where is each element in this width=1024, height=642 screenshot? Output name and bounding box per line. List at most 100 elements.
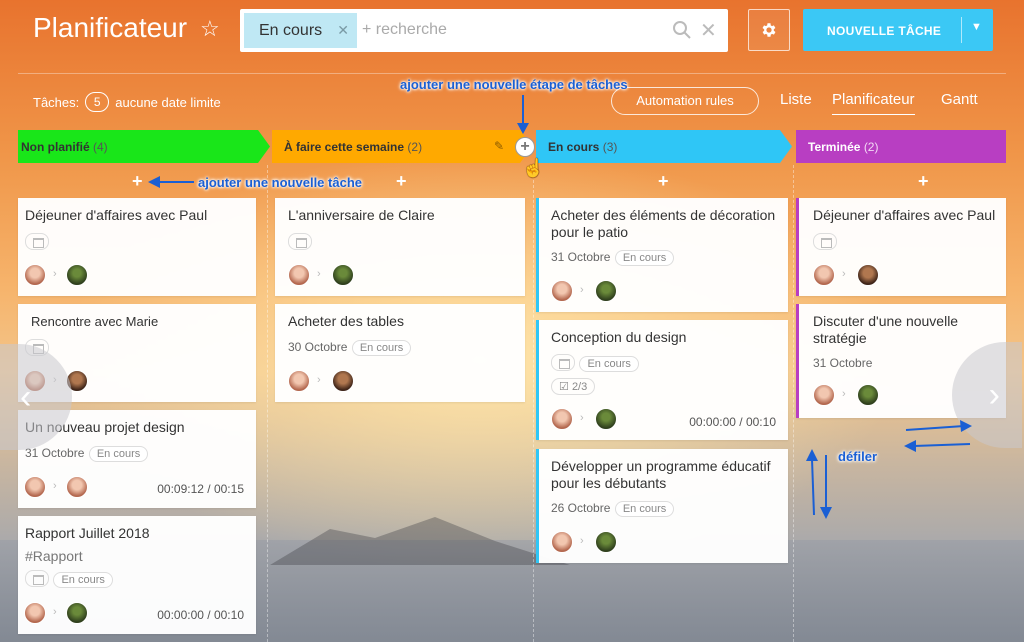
add-task-button[interactable]: + [918,171,929,192]
avatar-creator[interactable] [551,531,573,553]
new-task-button[interactable]: NOUVELLE TÂCHE ▼ [803,9,993,51]
automation-rules-button[interactable]: Automation rules [611,87,759,115]
avatar-creator[interactable] [551,280,573,302]
avatar-creator[interactable] [288,264,310,286]
calendar-icon[interactable] [25,570,49,588]
avatar-creator[interactable] [551,408,573,430]
stage-count: (4) [93,140,108,154]
task-title[interactable]: Acheter des tables [288,313,516,330]
chevron-right-icon: › [580,412,584,424]
calendar-icon[interactable] [288,233,312,251]
chevron-right-icon: › [53,268,57,280]
stage-header-done[interactable]: Terminée (2) [796,130,1006,163]
avatar-responsible[interactable] [66,476,88,498]
avatar-responsible[interactable] [857,264,879,286]
status-tag[interactable]: En cours [579,356,639,372]
search-icon[interactable] [672,20,692,40]
task-title[interactable]: Rencontre avec Marie [31,313,259,330]
checkbox-icon: ☑ [559,381,569,393]
avatar-responsible[interactable] [66,602,88,624]
calendar-icon[interactable] [25,233,49,251]
task-card[interactable]: Rapport Juillet 2018 #Rapport En cours ›… [18,516,256,634]
new-task-label: NOUVELLE TÂCHE [827,24,942,38]
task-timer[interactable]: 00:00:00 / 00:10 [157,608,244,622]
avatar-responsible[interactable] [595,408,617,430]
task-deadline[interactable]: 31 Octobre [813,356,872,370]
stage-name: En cours [548,140,600,154]
task-title[interactable]: Rapport Juillet 2018 [25,525,253,542]
chip-remove-icon[interactable]: ✕ [337,22,349,39]
status-tag[interactable]: En cours [351,340,412,356]
task-card[interactable]: Acheter des tables 30 Octobre En cours › [275,304,525,402]
avatar-responsible[interactable] [332,370,354,392]
status-tag[interactable]: En cours [614,250,675,266]
stage-count: (2) [407,140,423,154]
avatar-creator[interactable] [288,370,310,392]
task-card[interactable]: Conception du design En cours ☑ 2/3 › 00… [536,320,788,440]
status-tag[interactable]: En cours [614,501,675,517]
search-input[interactable]: + recherche [362,21,447,39]
avatar-creator[interactable] [24,602,46,624]
tab-planner[interactable]: Planificateur [832,91,915,115]
task-hashtag[interactable]: #Rapport [25,548,83,564]
checklist-badge[interactable]: ☑ 2/3 [551,378,596,395]
pencil-icon[interactable]: ✎ [494,139,504,153]
page-title: Planificateur [33,12,188,43]
add-task-button[interactable]: + [396,171,407,192]
task-deadline[interactable]: 30 Octobre [288,340,347,354]
no-deadline-label[interactable]: aucune date limite [115,95,221,110]
add-task-button[interactable]: + [658,171,669,192]
avatar-responsible[interactable] [595,531,617,553]
tasks-count-badge[interactable]: 5 [85,92,110,112]
avatar-creator[interactable] [24,264,46,286]
task-title[interactable]: Acheter des éléments de décoration pour … [551,207,779,241]
add-stage-button[interactable]: + [515,137,535,157]
filter-chip[interactable]: En cours ✕ [244,13,357,48]
avatar-creator[interactable] [24,476,46,498]
task-title[interactable]: L'anniversaire de Claire [288,207,516,224]
task-title[interactable]: Développer un programme éducatif pour le… [551,458,779,492]
task-deadline[interactable]: 26 Octobre [551,501,610,515]
avatar-responsible[interactable] [332,264,354,286]
settings-button[interactable] [748,9,790,51]
chevron-right-icon: › [580,535,584,547]
task-timer[interactable]: 00:09:12 / 00:15 [157,482,244,496]
avatar-responsible[interactable] [857,384,879,406]
task-title[interactable]: Discuter d'une nouvelle stratégie [813,313,983,347]
stage-header-this-week[interactable]: À faire cette semaine (2) ✎ [272,130,532,163]
task-card[interactable]: Acheter des éléments de décoration pour … [536,198,788,312]
avatar-creator[interactable] [813,264,835,286]
button-divider [961,17,962,43]
task-title[interactable]: Conception du design [551,329,779,346]
status-tag[interactable]: En cours [53,572,113,588]
tab-gantt[interactable]: Gantt [941,91,978,108]
task-title[interactable]: Déjeuner d'affaires avec Paul [813,207,1009,224]
stage-header-unplanned[interactable]: Non planifié (4) [18,130,270,163]
avatar-responsible[interactable] [66,264,88,286]
task-card[interactable]: Déjeuner d'affaires avec Paul › [18,198,256,296]
task-card[interactable]: Déjeuner d'affaires avec Paul › [796,198,1006,296]
avatar-responsible[interactable] [595,280,617,302]
task-title[interactable]: Déjeuner d'affaires avec Paul [25,207,253,224]
tasks-label: Tâches: [33,94,80,110]
add-task-button[interactable]: + [132,171,143,192]
clear-icon[interactable]: ✕ [700,18,717,43]
tab-list[interactable]: Liste [780,91,812,108]
avatar-creator[interactable] [813,384,835,406]
star-icon[interactable]: ☆ [200,16,220,42]
status-tag[interactable]: En cours [88,446,149,462]
annotation-add-stage: ajouter une nouvelle étape de tâches [400,77,628,92]
task-card[interactable]: L'anniversaire de Claire › [275,198,525,296]
search-bar[interactable]: En cours ✕ + recherche ✕ [240,9,728,52]
task-deadline[interactable]: 31 Octobre [551,250,610,264]
task-timer[interactable]: 00:00:00 / 00:10 [689,415,776,429]
task-card[interactable]: Développer un programme éducatif pour le… [536,449,788,563]
calendar-icon[interactable] [551,354,575,372]
calendar-icon[interactable] [813,233,837,251]
chevron-left-icon: ‹ [20,377,32,416]
chevron-right-icon: › [842,388,846,400]
task-deadline[interactable]: 31 Octobre [25,446,84,460]
arrows-vertical-icon [806,449,832,519]
stage-header-in-progress[interactable]: En cours (3) [536,130,792,163]
chevron-down-icon[interactable]: ▼ [971,21,982,33]
